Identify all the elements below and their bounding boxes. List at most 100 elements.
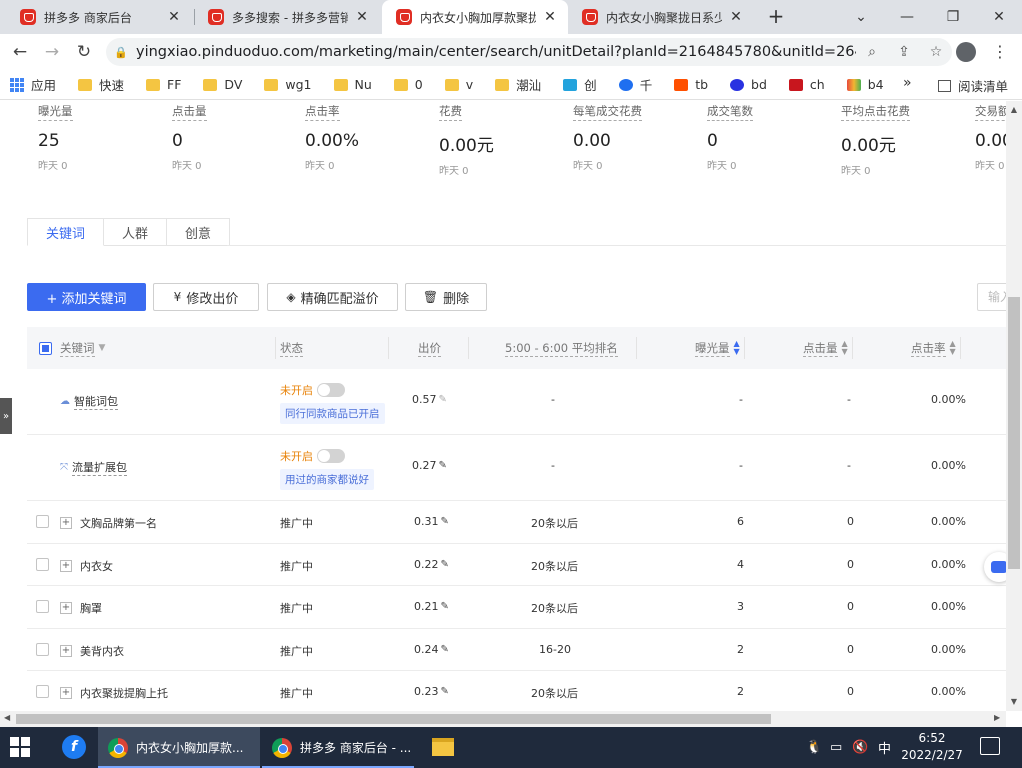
row-checkbox[interactable] bbox=[36, 643, 49, 656]
close-icon[interactable]: ✕ bbox=[728, 9, 744, 25]
scroll-up-icon[interactable]: ▲ bbox=[1006, 105, 1022, 114]
expand-plus-icon[interactable]: + bbox=[60, 687, 72, 699]
header-keyword[interactable]: 关键词 ▼ bbox=[60, 327, 105, 369]
lock-icon[interactable]: 🔒 bbox=[106, 46, 136, 59]
add-keyword-button[interactable]: + 添加关键词 bbox=[27, 283, 146, 311]
new-tab-button[interactable]: + bbox=[764, 5, 788, 29]
browser-tab-active[interactable]: 内衣女小胸加厚款聚拢 ✕ bbox=[382, 0, 568, 34]
bid-cell[interactable]: 0.21 ✎ bbox=[414, 600, 449, 613]
bid-cell[interactable]: 0.57 ✎ bbox=[412, 393, 447, 406]
header-ctr[interactable]: 点击率 ▲ ▼ bbox=[911, 327, 956, 369]
header-clicks[interactable]: 点击量 ▲ ▼ bbox=[803, 327, 848, 369]
volume-muted-icon[interactable]: 🔇 bbox=[852, 727, 868, 768]
close-icon[interactable]: ✕ bbox=[354, 9, 370, 25]
file-explorer-icon[interactable] bbox=[432, 738, 454, 756]
expand-plus-icon[interactable]: + bbox=[60, 602, 72, 614]
bookmark-folder[interactable]: FF bbox=[146, 77, 181, 92]
menu-kebab-icon[interactable]: ⋮ bbox=[990, 40, 1010, 64]
browser-tab[interactable]: 拼多多 商家后台 ✕ bbox=[6, 0, 192, 34]
bid-cell[interactable]: 0.24 ✎ bbox=[414, 643, 449, 656]
taskbar-app-chrome-active[interactable]: 内衣女小胸加厚款... bbox=[98, 727, 260, 768]
sort-icon[interactable]: ▲ ▼ bbox=[734, 340, 740, 356]
network-icon[interactable]: ▭ bbox=[830, 727, 842, 768]
filter-icon[interactable]: ▼ bbox=[99, 343, 106, 353]
edit-icon[interactable]: ✎ bbox=[441, 644, 449, 655]
reload-icon[interactable]: ↻ bbox=[70, 38, 98, 66]
row-checkbox[interactable] bbox=[36, 600, 49, 613]
modify-bid-button[interactable]: ¥ 修改出价 bbox=[153, 283, 259, 311]
profile-avatar-icon[interactable] bbox=[956, 42, 976, 62]
row-checkbox[interactable] bbox=[36, 558, 49, 571]
browser-tab[interactable]: 内衣女小胸聚拢日系少 ✕ bbox=[568, 0, 754, 34]
scroll-down-icon[interactable]: ▼ bbox=[1006, 697, 1022, 706]
qq-icon[interactable]: 🐧 bbox=[806, 727, 822, 768]
edit-icon[interactable]: ✎ bbox=[441, 516, 449, 527]
sort-icon[interactable]: ▲ ▼ bbox=[950, 340, 956, 356]
expand-plus-icon[interactable]: + bbox=[60, 560, 72, 572]
bookmark-folder[interactable]: Nu bbox=[333, 77, 372, 92]
row-checkbox[interactable] bbox=[36, 515, 49, 528]
bid-cell[interactable]: 0.22 ✎ bbox=[414, 558, 449, 571]
bookmark-folder[interactable]: 快速 bbox=[78, 75, 124, 94]
window-close-icon[interactable]: ✕ bbox=[976, 0, 1022, 34]
bookmark-folder[interactable]: 潮汕 bbox=[495, 75, 541, 94]
bookmark-folder[interactable]: wg1 bbox=[264, 77, 312, 92]
windows-start-icon[interactable] bbox=[10, 737, 30, 757]
select-all-checkbox[interactable] bbox=[39, 327, 52, 369]
minimize-icon[interactable]: — bbox=[884, 0, 930, 34]
bookmark-link[interactable]: tb bbox=[674, 77, 708, 92]
bookmark-link[interactable]: 千 bbox=[618, 75, 652, 94]
bid-cell[interactable]: 0.27 ✎ bbox=[412, 459, 447, 472]
row-checkbox[interactable] bbox=[36, 685, 49, 698]
scrollbar-thumb[interactable] bbox=[1008, 297, 1020, 569]
scroll-right-icon[interactable]: ▶ bbox=[994, 713, 1000, 722]
expand-plus-icon[interactable]: + bbox=[60, 645, 72, 657]
restore-icon[interactable]: ❐ bbox=[930, 0, 976, 34]
tab-audience[interactable]: 人群 bbox=[104, 218, 168, 246]
bookmarks-overflow-button[interactable]: » bbox=[903, 75, 912, 91]
checkbox[interactable] bbox=[36, 685, 49, 698]
bookmark-link[interactable]: 创 bbox=[563, 75, 597, 94]
vertical-scrollbar[interactable]: ▲ ▼ bbox=[1006, 101, 1022, 711]
taskbar-app-chrome[interactable]: 拼多多 商家后台 - ... bbox=[262, 727, 414, 768]
expand-plus-icon[interactable]: + bbox=[60, 517, 72, 529]
sort-icon[interactable]: ▲ ▼ bbox=[842, 340, 848, 356]
bookmark-apps[interactable]: 应用 bbox=[10, 75, 56, 94]
flash-icon[interactable]: f bbox=[62, 735, 86, 759]
checkbox[interactable] bbox=[36, 558, 49, 571]
edit-icon[interactable]: ✎ bbox=[441, 601, 449, 612]
header-impressions[interactable]: 曝光量 ▲ ▼ bbox=[695, 327, 740, 369]
zoom-icon[interactable]: ⌕ bbox=[856, 44, 888, 60]
horizontal-scrollbar[interactable]: ◀ ▶ bbox=[0, 711, 1006, 727]
share-icon[interactable]: ⇪ bbox=[888, 44, 920, 60]
keyword-search-input[interactable]: 输入 bbox=[977, 283, 1006, 311]
bookmark-link[interactable]: bd bbox=[730, 77, 767, 92]
bookmark-folder[interactable]: v bbox=[444, 77, 473, 92]
edit-icon[interactable]: ✎ bbox=[439, 394, 447, 405]
checkbox-indeterminate[interactable] bbox=[39, 341, 52, 355]
address-bar[interactable]: 🔒 yingxiao.pinduoduo.com/marketing/main/… bbox=[106, 38, 952, 66]
edit-icon[interactable]: ✎ bbox=[441, 686, 449, 697]
back-icon[interactable]: ← bbox=[6, 38, 34, 66]
notification-icon[interactable] bbox=[980, 737, 1000, 755]
close-icon[interactable]: ✕ bbox=[542, 9, 558, 25]
ime-indicator[interactable]: 中 bbox=[878, 727, 891, 768]
url-text[interactable]: yingxiao.pinduoduo.com/marketing/main/ce… bbox=[136, 44, 856, 60]
package-name[interactable]: 流量扩展包 bbox=[72, 459, 127, 476]
browser-tab[interactable]: 多多搜索 - 拼多多营销 ✕ bbox=[194, 0, 380, 34]
tab-keywords[interactable]: 关键词 bbox=[27, 218, 105, 246]
package-toggle[interactable] bbox=[317, 449, 345, 463]
side-expand-handle[interactable]: » bbox=[0, 398, 12, 434]
bookmark-link[interactable]: b4 bbox=[846, 77, 884, 92]
tab-search-icon[interactable]: ⌄ bbox=[838, 0, 884, 34]
reading-list-button[interactable]: 阅读清单 bbox=[938, 76, 1008, 95]
bookmark-folder[interactable]: DV bbox=[203, 77, 242, 92]
scrollbar-thumb[interactable] bbox=[16, 714, 771, 724]
edit-icon[interactable]: ✎ bbox=[439, 460, 447, 471]
checkbox[interactable] bbox=[36, 600, 49, 613]
checkbox[interactable] bbox=[36, 643, 49, 656]
bid-cell[interactable]: 0.23 ✎ bbox=[414, 685, 449, 698]
edit-icon[interactable]: ✎ bbox=[441, 559, 449, 570]
bookmark-star-icon[interactable]: ☆ bbox=[920, 44, 952, 60]
package-toggle[interactable] bbox=[317, 383, 345, 397]
